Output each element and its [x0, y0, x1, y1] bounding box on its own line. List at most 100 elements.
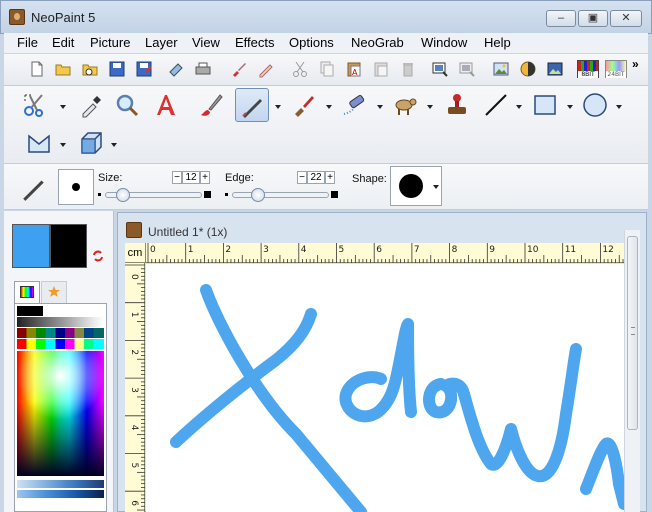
- vertical-ruler-ticks: 0 1 2 3 4 5 6: [125, 264, 145, 511]
- vertical-scrollbar-thumb[interactable]: [627, 236, 638, 430]
- tab-custom-colors[interactable]: [41, 281, 67, 303]
- line-tool[interactable]: [479, 88, 513, 122]
- crop-icon[interactable]: [431, 60, 449, 78]
- invert-icon[interactable]: [546, 60, 564, 78]
- size-slider[interactable]: [105, 188, 202, 202]
- image-icon[interactable]: [492, 60, 510, 78]
- brush-preset-icon[interactable]: [230, 60, 248, 78]
- 24bit-icon[interactable]: 24BIT: [605, 60, 627, 78]
- new-icon[interactable]: [28, 60, 46, 78]
- line-dropdown[interactable]: [516, 105, 522, 109]
- save-icon[interactable]: [108, 60, 126, 78]
- pen-dropdown[interactable]: [275, 105, 281, 109]
- menu-options[interactable]: Options: [289, 35, 334, 50]
- magnifier-tool[interactable]: [110, 88, 144, 122]
- edge-slider[interactable]: [232, 188, 329, 202]
- cut-icon[interactable]: [291, 60, 309, 78]
- polygon-dropdown[interactable]: [60, 143, 66, 147]
- shape-selector[interactable]: [390, 166, 442, 206]
- brush-preview[interactable]: [58, 169, 94, 205]
- gray-row[interactable]: [17, 317, 104, 327]
- menu-view[interactable]: View: [192, 35, 220, 50]
- animal-stamp-dropdown[interactable]: [427, 105, 433, 109]
- size-slider-thumb[interactable]: [115, 188, 130, 202]
- paint-brush-dropdown[interactable]: [326, 105, 332, 109]
- paste-special-icon[interactable]: [372, 60, 390, 78]
- app-icon: [9, 9, 25, 25]
- grayscale-strip[interactable]: [17, 306, 104, 316]
- edge-value[interactable]: 22: [307, 171, 325, 184]
- resize-icon[interactable]: [458, 60, 476, 78]
- pencil-preset-icon[interactable]: [257, 60, 275, 78]
- rectangle-dropdown[interactable]: [567, 105, 573, 109]
- color-spectrum[interactable]: [17, 351, 104, 476]
- stamp-animal-tool[interactable]: [388, 88, 422, 122]
- ellipse-tool[interactable]: [578, 88, 612, 122]
- swap-colors-icon[interactable]: [91, 249, 105, 263]
- open-recent-icon[interactable]: [81, 60, 99, 78]
- tab-palette[interactable]: [14, 281, 40, 303]
- size-decrease-button[interactable]: −: [172, 171, 182, 184]
- vertical-scrollbar[interactable]: [624, 230, 640, 512]
- toolbar-overflow-button[interactable]: »: [632, 57, 639, 71]
- color-balance-icon[interactable]: [519, 60, 537, 78]
- ruler-unit-label[interactable]: cm: [125, 243, 146, 263]
- edge-slider-thumb[interactable]: [251, 188, 266, 202]
- ruler-h-label: 4: [301, 245, 307, 255]
- magnifier-icon: [116, 94, 139, 117]
- paste-icon[interactable]: A: [345, 60, 363, 78]
- menu-window[interactable]: Window: [421, 35, 467, 50]
- delete-icon[interactable]: [399, 60, 417, 78]
- scissors-dropdown[interactable]: [60, 105, 66, 109]
- menu-file[interactable]: File: [17, 35, 38, 50]
- menu-picture[interactable]: Picture: [90, 35, 130, 50]
- size-increase-button[interactable]: +: [200, 171, 210, 184]
- secondary-color-swatch[interactable]: [50, 224, 87, 268]
- seal-stamp-tool[interactable]: [440, 88, 474, 122]
- menu-edit[interactable]: Edit: [52, 35, 74, 50]
- ruler-v-label: 4: [129, 425, 139, 431]
- print-icon[interactable]: [194, 60, 212, 78]
- selection-scissors-tool[interactable]: [18, 88, 52, 122]
- open-icon[interactable]: [54, 60, 72, 78]
- cube-tool[interactable]: [74, 126, 108, 160]
- airbrush-tool[interactable]: [338, 88, 372, 122]
- edge-decrease-button[interactable]: −: [297, 171, 307, 184]
- menu-help[interactable]: Help: [484, 35, 511, 50]
- pen-tool[interactable]: [235, 88, 269, 122]
- save-as-icon[interactable]: [135, 60, 153, 78]
- rectangle-tool[interactable]: [528, 88, 562, 122]
- drawing-canvas[interactable]: [146, 264, 624, 512]
- cube-dropdown[interactable]: [111, 143, 117, 147]
- ruler-v-label: 1: [129, 312, 139, 318]
- polygon-tool[interactable]: [22, 126, 56, 160]
- ruler-h-label: 2: [225, 245, 231, 255]
- current-pen-icon: [23, 180, 44, 201]
- dark-colors-row[interactable]: [17, 328, 104, 338]
- airbrush-dropdown[interactable]: [377, 105, 383, 109]
- ruler-h-label: 11: [565, 245, 576, 255]
- paint-brush-tool[interactable]: [287, 88, 321, 122]
- minimize-button[interactable]: –: [546, 10, 576, 27]
- size-value[interactable]: 12: [182, 171, 200, 184]
- edge-increase-button[interactable]: +: [325, 171, 335, 184]
- gradient-row-2[interactable]: [17, 490, 104, 498]
- primary-color-swatch[interactable]: [12, 224, 50, 268]
- animal-stamp-icon: [395, 98, 417, 115]
- close-button[interactable]: ✕: [610, 10, 642, 27]
- eyedropper-tool[interactable]: [74, 88, 108, 122]
- bright-colors-row[interactable]: [17, 339, 104, 349]
- maximize-button[interactable]: ▣: [578, 10, 608, 27]
- ellipse-dropdown[interactable]: [616, 105, 622, 109]
- 8bit-icon[interactable]: 8BIT: [577, 60, 599, 78]
- ruler-h-label: 0: [150, 245, 156, 255]
- text-tool[interactable]: [149, 88, 183, 122]
- copy-icon[interactable]: [318, 60, 336, 78]
- menu-layer[interactable]: Layer: [145, 35, 178, 50]
- gradient-row-1[interactable]: [17, 480, 104, 488]
- brush-tool[interactable]: [194, 88, 228, 122]
- menu-neograb[interactable]: NeoGrab: [351, 35, 404, 50]
- menu-effects[interactable]: Effects: [235, 35, 275, 50]
- size-label: Size:: [98, 172, 123, 184]
- scan-icon[interactable]: [167, 60, 185, 78]
